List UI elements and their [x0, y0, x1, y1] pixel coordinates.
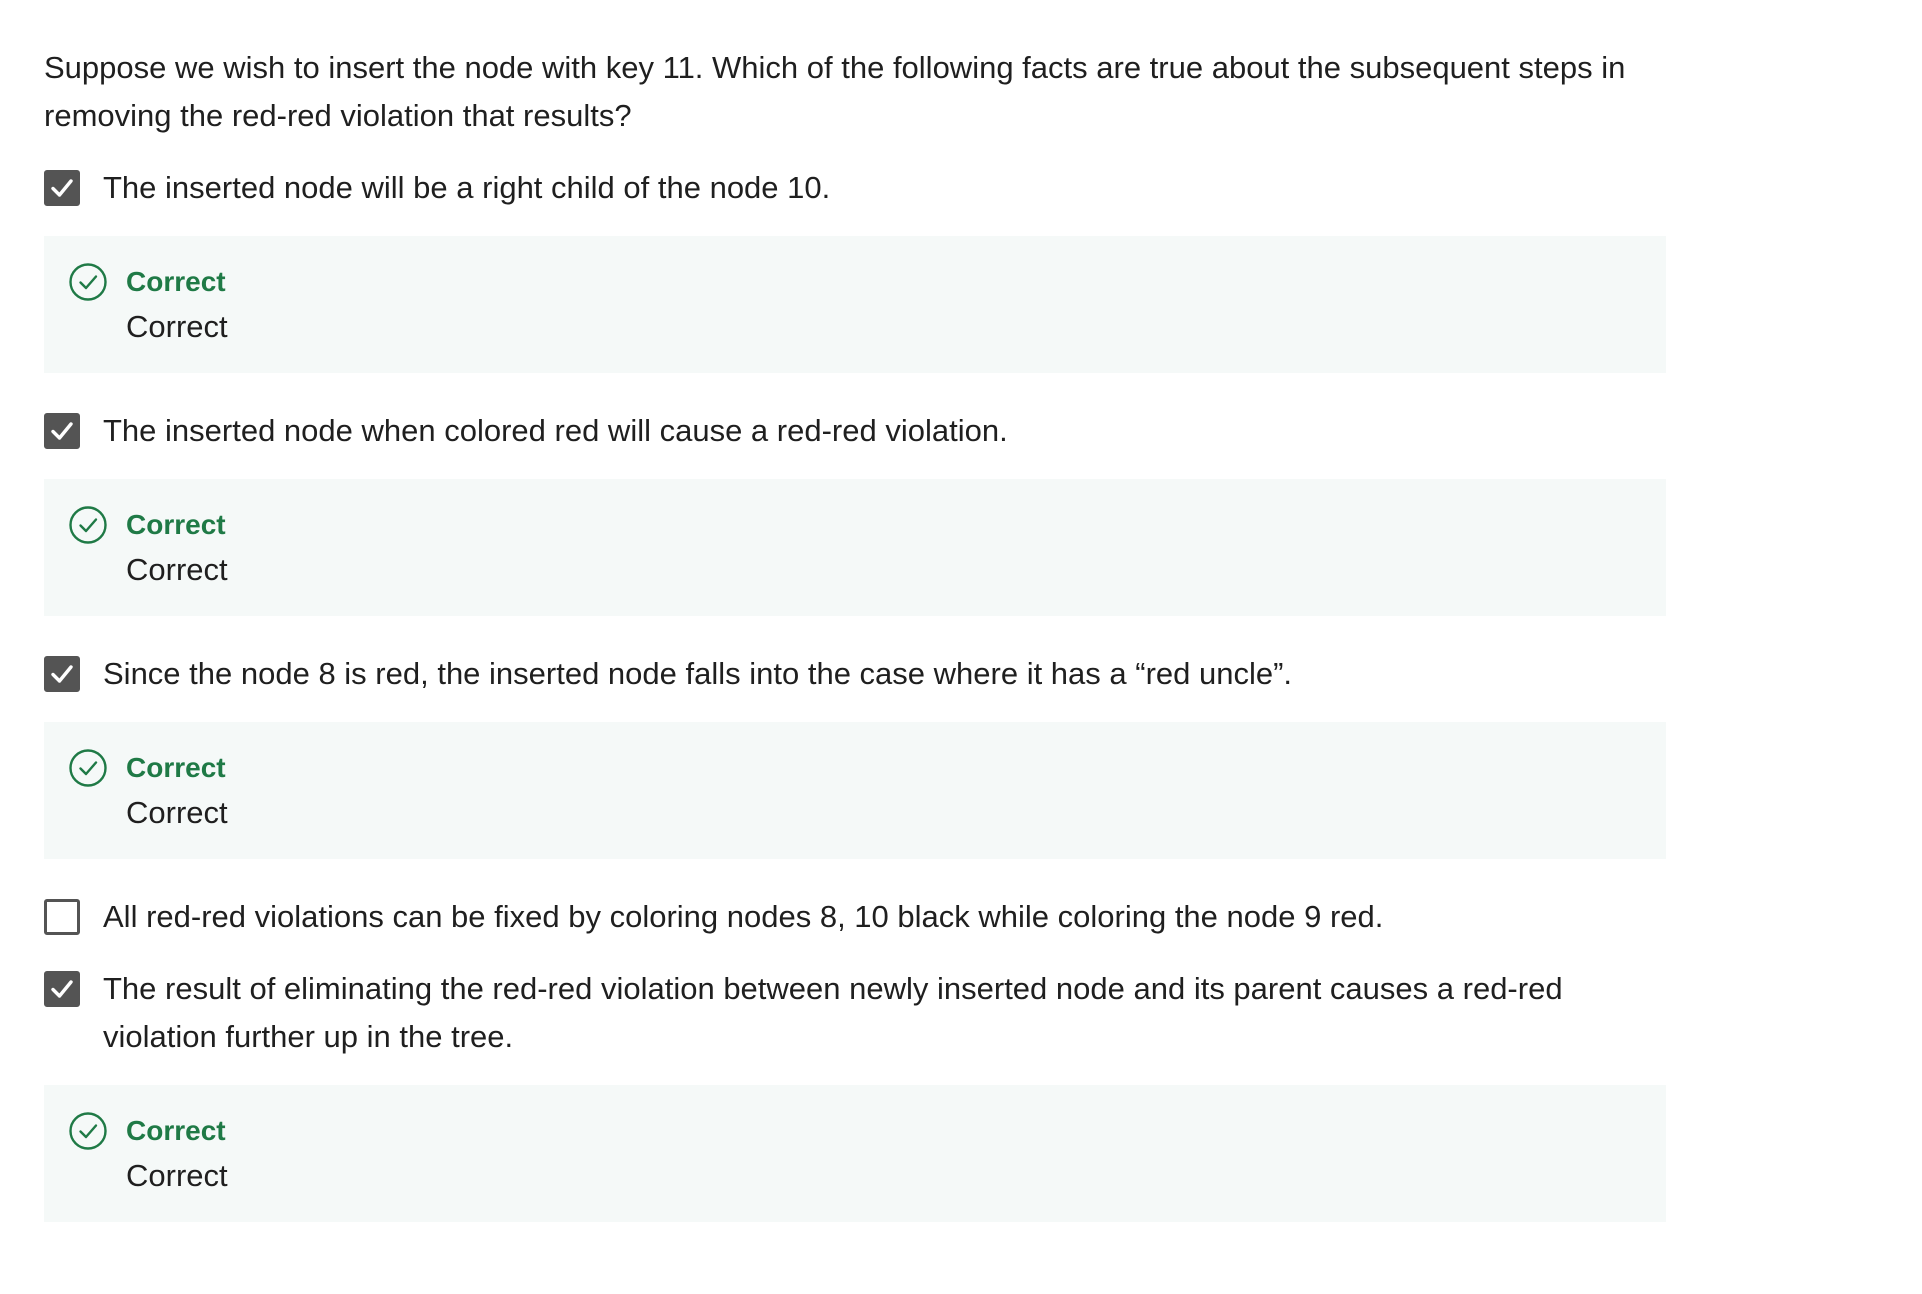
option-5-feedback: Correct Correct [44, 1085, 1666, 1222]
check-circle-icon [68, 1111, 108, 1151]
option-4[interactable]: All red-red violations can be fixed by c… [44, 893, 1666, 941]
feedback-header: Correct [68, 260, 1642, 304]
option-3-feedback: Correct Correct [44, 722, 1666, 859]
feedback-title: Correct [126, 752, 226, 783]
feedback-header: Correct [68, 746, 1642, 790]
check-circle-icon [68, 748, 108, 788]
option-3-checkbox[interactable] [44, 656, 80, 692]
feedback-header: Correct [68, 503, 1642, 547]
checkmark-icon [51, 422, 73, 440]
check-circle-icon [68, 505, 108, 545]
feedback-header: Correct [68, 1109, 1642, 1153]
option-3-label[interactable]: Since the node 8 is red, the inserted no… [103, 650, 1666, 698]
option-1[interactable]: The inserted node will be a right child … [44, 164, 1666, 212]
feedback-text: Correct [126, 795, 228, 830]
option-2-checkbox[interactable] [44, 413, 80, 449]
option-1-feedback: Correct Correct [44, 236, 1666, 373]
option-5[interactable]: The result of eliminating the red-red vi… [44, 965, 1666, 1061]
feedback-title: Correct [126, 266, 226, 297]
option-1-label[interactable]: The inserted node will be a right child … [103, 164, 1666, 212]
check-circle-icon [68, 262, 108, 302]
feedback-title: Correct [126, 1115, 226, 1146]
option-5-label[interactable]: The result of eliminating the red-red vi… [103, 965, 1666, 1061]
checkmark-icon [51, 665, 73, 683]
feedback-text: Correct [126, 309, 228, 344]
option-5-checkbox[interactable] [44, 971, 80, 1007]
option-2[interactable]: The inserted node when colored red will … [44, 407, 1666, 455]
option-1-checkbox[interactable] [44, 170, 80, 206]
feedback-title: Correct [126, 509, 226, 540]
option-4-label[interactable]: All red-red violations can be fixed by c… [103, 893, 1666, 941]
quiz-question-block: Suppose we wish to insert the node with … [0, 0, 1666, 1222]
checkmark-icon [51, 179, 73, 197]
option-2-feedback: Correct Correct [44, 479, 1666, 616]
option-4-checkbox[interactable] [44, 899, 80, 935]
option-2-label[interactable]: The inserted node when colored red will … [103, 407, 1666, 455]
checkmark-icon [51, 980, 73, 998]
feedback-text: Correct [126, 552, 228, 587]
feedback-text: Correct [126, 1158, 228, 1193]
question-text: Suppose we wish to insert the node with … [44, 50, 1626, 133]
option-3[interactable]: Since the node 8 is red, the inserted no… [44, 650, 1666, 698]
